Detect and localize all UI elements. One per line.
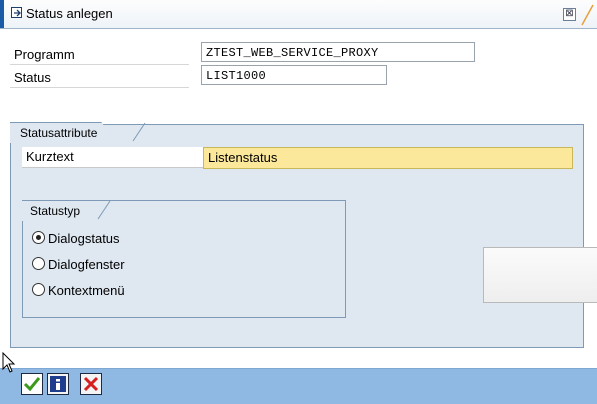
- title-accent: [0, 0, 4, 28]
- info-button[interactable]: [47, 373, 69, 395]
- check-icon: [23, 377, 41, 392]
- radio-unselected-icon[interactable]: [32, 257, 45, 270]
- radio-label: Dialogstatus: [48, 231, 120, 246]
- subgroup-tab-edge: [97, 200, 111, 220]
- confirm-button[interactable]: [21, 373, 43, 395]
- group-tab-edge: [132, 122, 146, 142]
- programm-label: Programm: [10, 44, 189, 65]
- cancel-icon: [83, 376, 99, 392]
- kurztext-label: Kurztext: [22, 147, 204, 168]
- title-decoration: [581, 4, 594, 26]
- status-input[interactable]: LIST1000: [201, 65, 387, 85]
- close-button[interactable]: ⊠: [563, 8, 576, 21]
- create-document-icon: [11, 7, 22, 18]
- radio-kontextmenue[interactable]: Kontextmenü: [32, 282, 125, 300]
- radio-dialogstatus[interactable]: Dialogstatus: [32, 230, 120, 248]
- statustyp-group-title: Statustyp: [22, 200, 99, 221]
- programm-input[interactable]: ZTEST_WEB_SERVICE_PROXY: [201, 42, 475, 62]
- title-bar: Status anlegen ⊠: [0, 0, 597, 29]
- floating-panel: [483, 247, 597, 303]
- cancel-button[interactable]: [80, 373, 102, 395]
- radio-selected-icon[interactable]: [32, 231, 45, 244]
- statusattribute-group-title: Statusattribute: [10, 122, 115, 143]
- radio-dialogfenster[interactable]: Dialogfenster: [32, 256, 125, 274]
- radio-label: Kontextmenü: [48, 283, 125, 298]
- info-icon: [50, 376, 66, 392]
- status-label: Status: [10, 67, 189, 88]
- radio-label: Dialogfenster: [48, 257, 125, 272]
- mouse-cursor-icon: [2, 352, 16, 373]
- radio-unselected-icon[interactable]: [32, 283, 45, 296]
- window-title: Status anlegen: [26, 6, 113, 21]
- kurztext-input[interactable]: Listenstatus: [203, 147, 573, 169]
